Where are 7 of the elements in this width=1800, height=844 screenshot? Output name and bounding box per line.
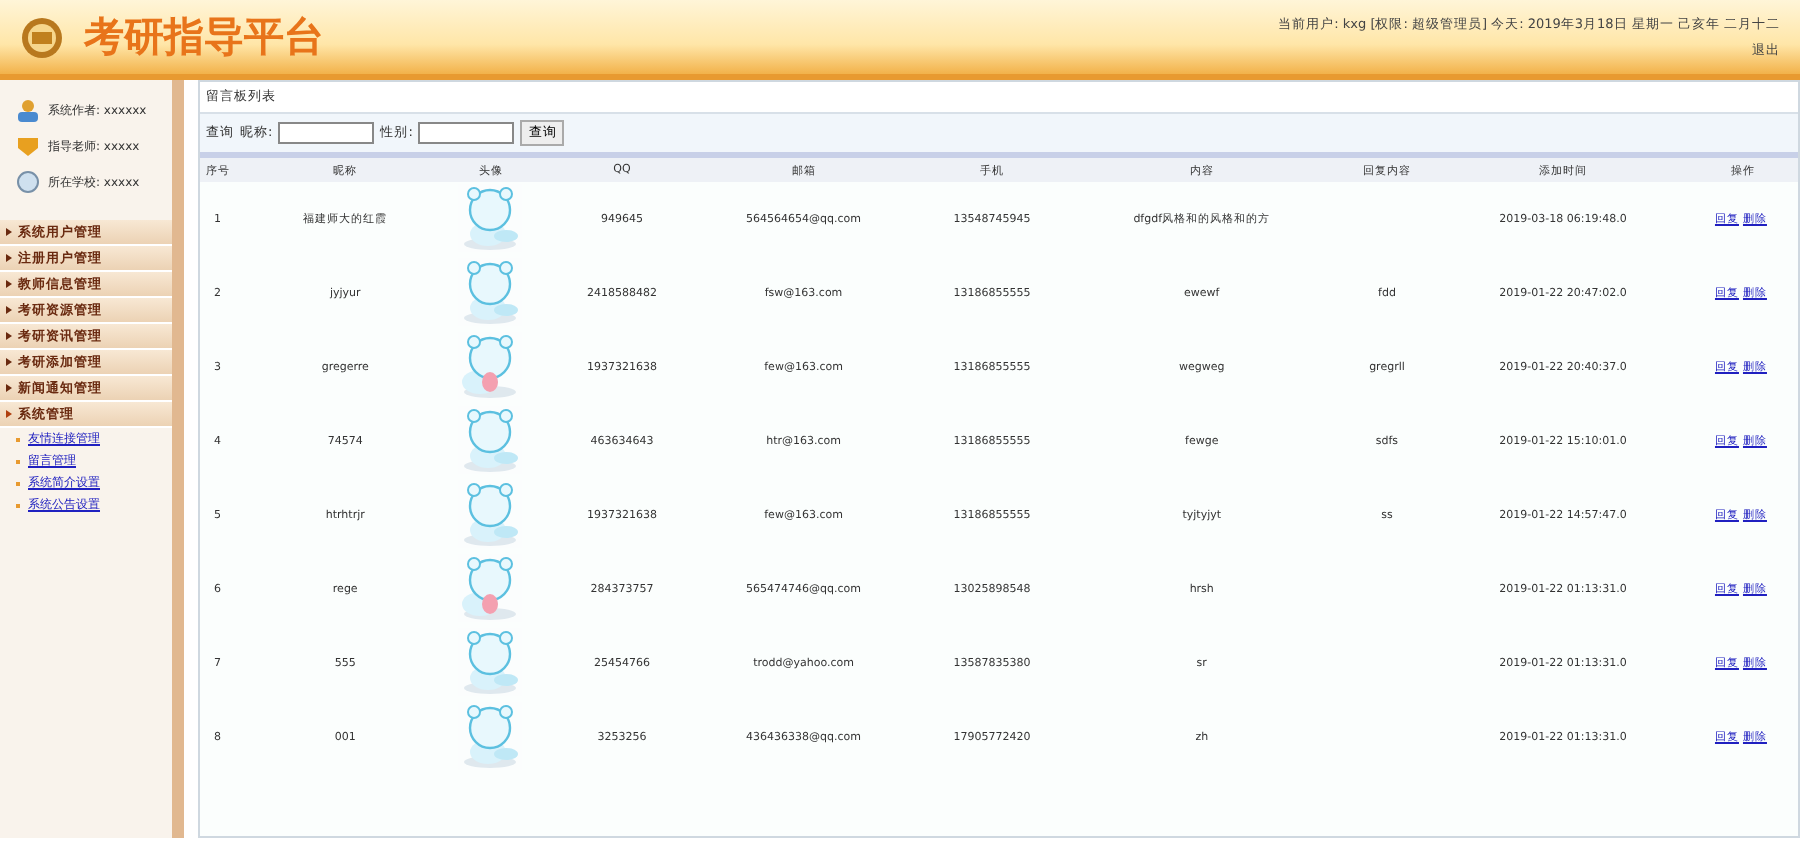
user-icon — [16, 98, 40, 122]
badge-icon — [16, 134, 40, 158]
globe-icon — [16, 170, 40, 194]
logo-icon — [20, 15, 64, 59]
input-field[interactable] — [418, 122, 515, 144]
input-field[interactable] — [278, 122, 375, 144]
site-title: 考研指导平台 — [84, 10, 324, 64]
